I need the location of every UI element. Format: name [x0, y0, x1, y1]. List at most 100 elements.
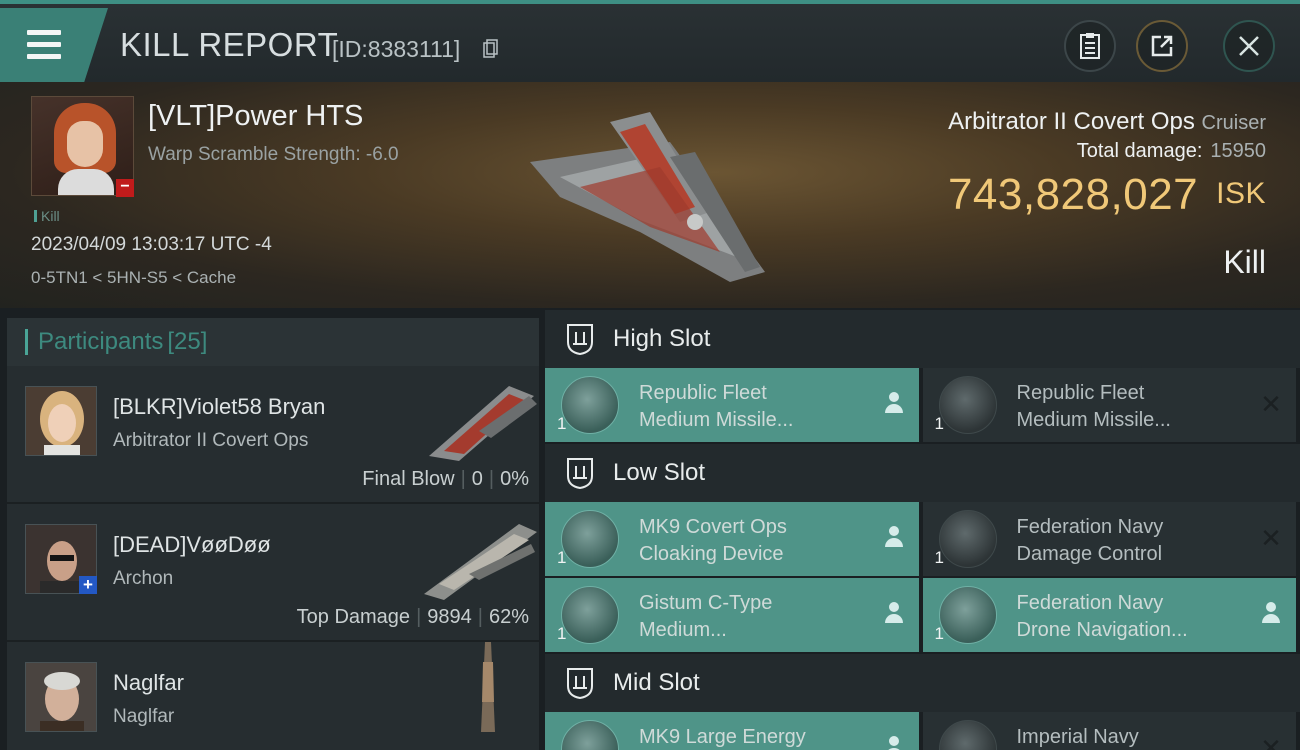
- module-quantity: 1: [934, 414, 944, 433]
- menu-button[interactable]: [0, 8, 108, 82]
- x-icon: ✕: [1260, 733, 1282, 750]
- shield-module-icon: [561, 586, 619, 644]
- participant-row[interactable]: + [DEAD]VøøDøø Archon Top Damage | 9894 | 62…: [7, 504, 539, 642]
- module-name: MK9 Covert Ops Cloaking Device: [639, 516, 787, 565]
- participant-damage: 0: [471, 468, 483, 490]
- low-slot-header: Low Slot: [545, 444, 1300, 502]
- participant-name: [BLKR]Violet58 Bryan: [113, 394, 326, 419]
- low-slot-icon: [567, 458, 593, 490]
- warp-scramble-strength: Warp Scramble Strength: -6.0: [148, 144, 399, 165]
- module-item[interactable]: 1 MK9 Covert Ops Cloaking Device: [545, 502, 919, 576]
- result-label: Kill: [1223, 244, 1266, 280]
- isk-value: 743,828,027 ISK: [948, 170, 1266, 220]
- module-name: Imperial Navy: [1016, 726, 1139, 748]
- page-title: KILL REPORT: [120, 26, 339, 63]
- victim-name[interactable]: [VLT]Power HTS: [148, 100, 363, 133]
- launcher-module-icon: [561, 376, 619, 434]
- share-icon: [1151, 35, 1173, 57]
- x-icon: ✕: [1260, 523, 1282, 553]
- navy-module-icon: [938, 720, 997, 750]
- ship-class: Cruiser: [1201, 112, 1266, 134]
- person-icon: [883, 392, 905, 416]
- total-damage-value: 15950: [1210, 140, 1266, 162]
- module-item[interactable]: 1 Republic Fleet Medium Missile... ✕: [922, 368, 1296, 442]
- module-quantity: 1: [557, 414, 567, 433]
- participants-panel: Participants [25] [BLKR]Violet58 Bryan A…: [7, 318, 539, 750]
- clipboard-icon: [1080, 33, 1100, 59]
- participant-row[interactable]: [BLKR]Violet58 Bryan Arbitrator II Cover…: [7, 366, 539, 504]
- module-quantity: 1: [934, 548, 944, 567]
- participant-stat-label: Top Damage: [296, 606, 411, 628]
- participants-label: Participants: [38, 328, 164, 355]
- mid-slot-icon: [567, 668, 593, 700]
- module-quantity: 1: [934, 624, 944, 643]
- menu-icon: [27, 30, 61, 60]
- module-item[interactable]: 1 Imperial Navy ✕: [922, 712, 1296, 750]
- high-slot-icon: [567, 324, 593, 356]
- drone-navigation-module-icon: [938, 586, 997, 644]
- isk-unit: ISK: [1216, 177, 1266, 210]
- participant-avatar[interactable]: [25, 662, 97, 732]
- damage-control-module-icon: [938, 510, 997, 568]
- total-damage: Total damage: 15950: [1077, 140, 1266, 163]
- launcher-module-icon: [938, 376, 997, 434]
- cloak-module-icon: [561, 510, 619, 568]
- high-slot-header: High Slot: [545, 310, 1300, 368]
- participant-ship-image: [429, 386, 537, 461]
- person-icon: [883, 526, 905, 550]
- ship-name-text: Arbitrator II Covert Ops: [948, 108, 1195, 135]
- participants-header: Participants [25]: [7, 318, 539, 366]
- copy-icon[interactable]: [483, 39, 498, 59]
- mid-slot-header: Mid Slot: [545, 654, 1300, 712]
- high-slot-row: 1 Republic Fleet Medium Missile... 1 Repu…: [545, 368, 1300, 442]
- module-quantity: 1: [557, 624, 567, 643]
- participant-stats: Top Damage | 9894 | 62%: [296, 606, 529, 628]
- high-slot-label: High Slot: [613, 325, 711, 352]
- clipboard-button[interactable]: [1064, 20, 1116, 72]
- participant-ship-image: [424, 524, 537, 600]
- participant-ship: Arbitrator II Covert Ops: [113, 430, 309, 451]
- mid-slot-row: 1 MK9 Large Energy 1 Imperial Navy ✕: [545, 712, 1300, 750]
- low-slot-label: Low Slot: [613, 459, 706, 486]
- top-bar: KILL REPORT [ID:8383111]: [0, 0, 1300, 82]
- energy-module-icon: [561, 720, 619, 750]
- module-item[interactable]: 1 Federation Navy Drone Navigation...: [922, 578, 1296, 652]
- participant-ship-image: [481, 642, 495, 732]
- participant-percent: 0%: [500, 468, 529, 490]
- module-name: Federation Navy Drone Navigation...: [1016, 592, 1188, 641]
- module-item[interactable]: 1 Gistum C-Type Medium...: [545, 578, 919, 652]
- report-id: [ID:8383111]: [332, 36, 461, 62]
- person-icon: [883, 736, 905, 750]
- kill-datetime: 2023/04/09 13:03:17 UTC -4: [31, 234, 272, 255]
- module-item[interactable]: 1 Republic Fleet Medium Missile...: [545, 368, 919, 442]
- isk-amount: 743,828,027: [947, 170, 1199, 219]
- victim-panel: − [VLT]Power HTS Warp Scramble Strength:…: [0, 82, 1300, 308]
- module-item[interactable]: 1 Federation Navy Damage Control ✕: [922, 502, 1296, 576]
- participant-damage: 9894: [427, 606, 472, 628]
- standing-minus-icon: −: [116, 179, 134, 197]
- participant-ship: Naglfar: [113, 706, 175, 727]
- participant-avatar[interactable]: [25, 386, 97, 456]
- kill-tag: Kill: [34, 208, 60, 224]
- participant-name: Naglfar: [113, 670, 184, 695]
- participant-row[interactable]: Naglfar Naglfar: [7, 642, 539, 750]
- participant-ship: Archon: [113, 568, 174, 589]
- fitting-panel: High Slot 1 Republic Fleet Medium Missile…: [545, 310, 1300, 750]
- close-button[interactable]: [1223, 20, 1275, 72]
- module-name: Gistum C-Type Medium...: [639, 592, 773, 641]
- module-name: MK9 Large Energy: [639, 726, 806, 748]
- participants-count: [25]: [167, 328, 208, 355]
- participant-percent: 62%: [488, 606, 529, 628]
- module-item[interactable]: 1 MK9 Large Energy: [545, 712, 919, 750]
- module-quantity: 1: [557, 548, 567, 567]
- participant-stats: Final Blow | 0 | 0%: [362, 468, 529, 490]
- standing-plus-icon: +: [79, 576, 97, 594]
- kill-location[interactable]: 0-5TN1 < 5HN-S5 < Cache: [31, 268, 236, 288]
- victim-ship-name[interactable]: Arbitrator II Covert Ops Cruiser: [948, 108, 1266, 136]
- victim-ship-image[interactable]: [520, 102, 780, 292]
- module-name: Federation Navy Damage Control: [1016, 516, 1164, 565]
- low-slot-row: 1 MK9 Covert Ops Cloaking Device 1 Federa…: [545, 502, 1300, 576]
- share-button[interactable]: [1136, 20, 1188, 72]
- person-icon: [1260, 602, 1282, 626]
- total-damage-label: Total damage:: [1076, 140, 1203, 162]
